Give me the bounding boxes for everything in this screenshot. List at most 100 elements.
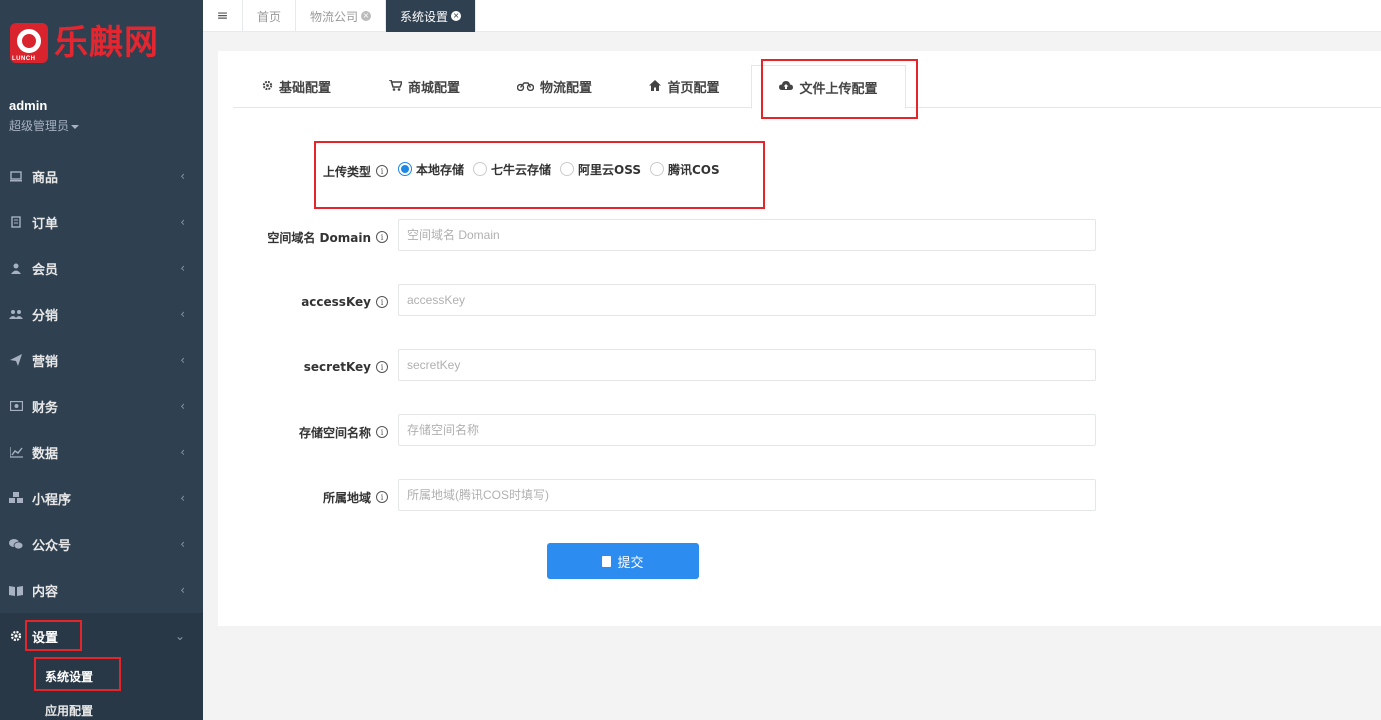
logo-text: 乐麒网 — [54, 23, 159, 63]
home-icon — [649, 79, 662, 94]
radio-label: 本地存储 — [416, 162, 465, 177]
access-key-input[interactable] — [398, 284, 1096, 316]
access-key-label-wrap: accessKey i — [218, 286, 388, 318]
radio-tencent-cos[interactable]: 腾讯COS — [649, 161, 720, 178]
sidebar-item-goods[interactable]: 商品 ‹ — [0, 153, 203, 199]
radio-qiniu-storage[interactable]: 七牛云存储 — [473, 161, 551, 178]
tab-home[interactable]: 首页 — [243, 0, 297, 32]
sidebar-item-label: 财务 — [32, 400, 59, 416]
tab-logistics-config[interactable]: 物流配置 — [489, 65, 620, 108]
chevron-left-icon: ‹ — [180, 215, 185, 229]
tab-label: 物流配置 — [539, 81, 592, 96]
user-icon — [9, 261, 23, 275]
motorcycle-icon — [516, 80, 535, 94]
paper-plane-icon — [9, 353, 23, 367]
chevron-down-icon: ⌄ — [174, 629, 185, 643]
chevron-left-icon: ‹ — [180, 261, 185, 275]
sidebar-item-settings[interactable]: 设置 ⌄ — [0, 613, 203, 659]
tab-label: 首页 — [257, 9, 282, 24]
radio-label: 七牛云存储 — [491, 162, 552, 177]
radio-circle[interactable] — [560, 162, 575, 176]
hamburger-icon: ≡ — [216, 8, 229, 24]
cart-icon — [388, 78, 404, 94]
access-key-label: accessKey — [301, 295, 371, 309]
money-icon — [9, 399, 23, 413]
close-icon[interactable]: × — [451, 11, 462, 21]
radio-local-storage[interactable]: 本地存储 — [398, 161, 464, 178]
bucket-label: 存储空间名称 — [298, 425, 371, 440]
domain-label: 空间域名 Domain — [267, 230, 371, 245]
submit-label: 提交 — [617, 555, 644, 571]
tab-mall-config[interactable]: 商城配置 — [360, 65, 489, 108]
monitor-icon — [9, 169, 23, 183]
sidebar-item-label: 数据 — [32, 446, 59, 462]
logo-mark-icon: LUNCH — [10, 23, 48, 63]
tab-label: 系统设置 — [400, 9, 449, 24]
gear-icon — [262, 80, 273, 94]
sidebar-item-distribution[interactable]: 分销 ‹ — [0, 291, 203, 337]
secret-key-input[interactable] — [398, 349, 1096, 381]
chevron-left-icon: ‹ — [180, 491, 185, 505]
radio-label: 腾讯COS — [667, 162, 720, 177]
menu-toggle-button[interactable]: ≡ — [203, 0, 243, 32]
region-label: 所属地域 — [322, 490, 371, 505]
chevron-left-icon: ‹ — [180, 583, 185, 597]
radio-circle[interactable] — [398, 162, 412, 176]
info-icon: i — [376, 165, 388, 177]
sidebar-item-label: 订单 — [32, 216, 59, 232]
cubes-icon — [9, 491, 23, 505]
sidebar-item-content[interactable]: 内容 ‹ — [0, 567, 203, 613]
chevron-left-icon: ‹ — [180, 353, 185, 367]
settings-panel: 基础配置 商城配置 物流配置 首页配置 文件上传配置 上传类型 i 本地存储 七… — [218, 51, 1381, 626]
tab-homepage-config[interactable]: 首页配置 — [620, 65, 749, 108]
info-icon: i — [376, 361, 388, 373]
bucket-label-wrap: 存储空间名称 i — [218, 416, 388, 448]
region-label-wrap: 所属地域 i — [218, 481, 388, 513]
domain-input[interactable] — [398, 219, 1096, 251]
sidebar-item-orders[interactable]: 订单 ‹ — [0, 199, 203, 245]
sidebar-item-members[interactable]: 会员 ‹ — [0, 245, 203, 291]
sidebar-subitem-system-settings[interactable]: 系统设置 — [45, 659, 203, 693]
info-icon: i — [376, 231, 388, 243]
close-icon[interactable]: × — [361, 11, 372, 21]
tab-label: 物流公司 — [310, 9, 359, 24]
users-icon — [9, 307, 23, 321]
sidebar-item-label: 设置 — [32, 630, 59, 646]
tab-system-settings[interactable]: 系统设置 × — [386, 0, 477, 32]
sidebar: LUNCH 乐麒网 admin 超级管理员 商品 ‹ 订单 ‹ 会员 ‹ 分销 … — [0, 0, 203, 720]
info-icon: i — [376, 296, 388, 308]
sidebar-item-marketing[interactable]: 营销 ‹ — [0, 337, 203, 383]
sidebar-subitem-app-config[interactable]: 应用配置 — [45, 693, 203, 720]
sidebar-item-label: 营销 — [32, 354, 59, 370]
tab-logistics-company[interactable]: 物流公司 × — [296, 0, 387, 32]
sidebar-item-finance[interactable]: 财务 ‹ — [0, 383, 203, 429]
cloud-upload-icon — [779, 80, 794, 94]
chevron-left-icon: ‹ — [180, 445, 185, 459]
user-role-dropdown[interactable]: 超级管理员 — [9, 117, 80, 134]
gear-icon — [9, 629, 23, 643]
chevron-left-icon: ‹ — [180, 169, 185, 183]
radio-circle[interactable] — [473, 162, 488, 176]
chevron-left-icon: ‹ — [180, 537, 185, 551]
radio-circle[interactable] — [649, 162, 664, 176]
submit-button[interactable]: 提交 — [547, 543, 699, 579]
tab-basic-config[interactable]: 基础配置 — [233, 65, 360, 108]
wechat-icon — [9, 537, 23, 551]
region-input[interactable] — [398, 479, 1096, 511]
tab-label: 商城配置 — [407, 81, 460, 96]
radio-aliyun-oss[interactable]: 阿里云OSS — [560, 161, 641, 178]
info-icon: i — [376, 491, 388, 503]
bucket-input[interactable] — [398, 414, 1096, 446]
sidebar-item-official-account[interactable]: 公众号 ‹ — [0, 521, 203, 567]
tab-label: 首页配置 — [667, 81, 720, 96]
user-profile[interactable]: admin 超级管理员 — [9, 98, 80, 134]
sidebar-item-data[interactable]: 数据 ‹ — [0, 429, 203, 475]
secret-key-label: secretKey — [303, 360, 371, 374]
tab-file-upload-config[interactable]: 文件上传配置 — [751, 65, 906, 109]
chevron-left-icon: ‹ — [180, 399, 185, 413]
sidebar-item-label: 内容 — [32, 584, 59, 600]
clipboard-icon — [9, 215, 23, 229]
sidebar-item-miniprogram[interactable]: 小程序 ‹ — [0, 475, 203, 521]
save-icon — [602, 555, 612, 567]
user-name: admin — [9, 98, 48, 113]
